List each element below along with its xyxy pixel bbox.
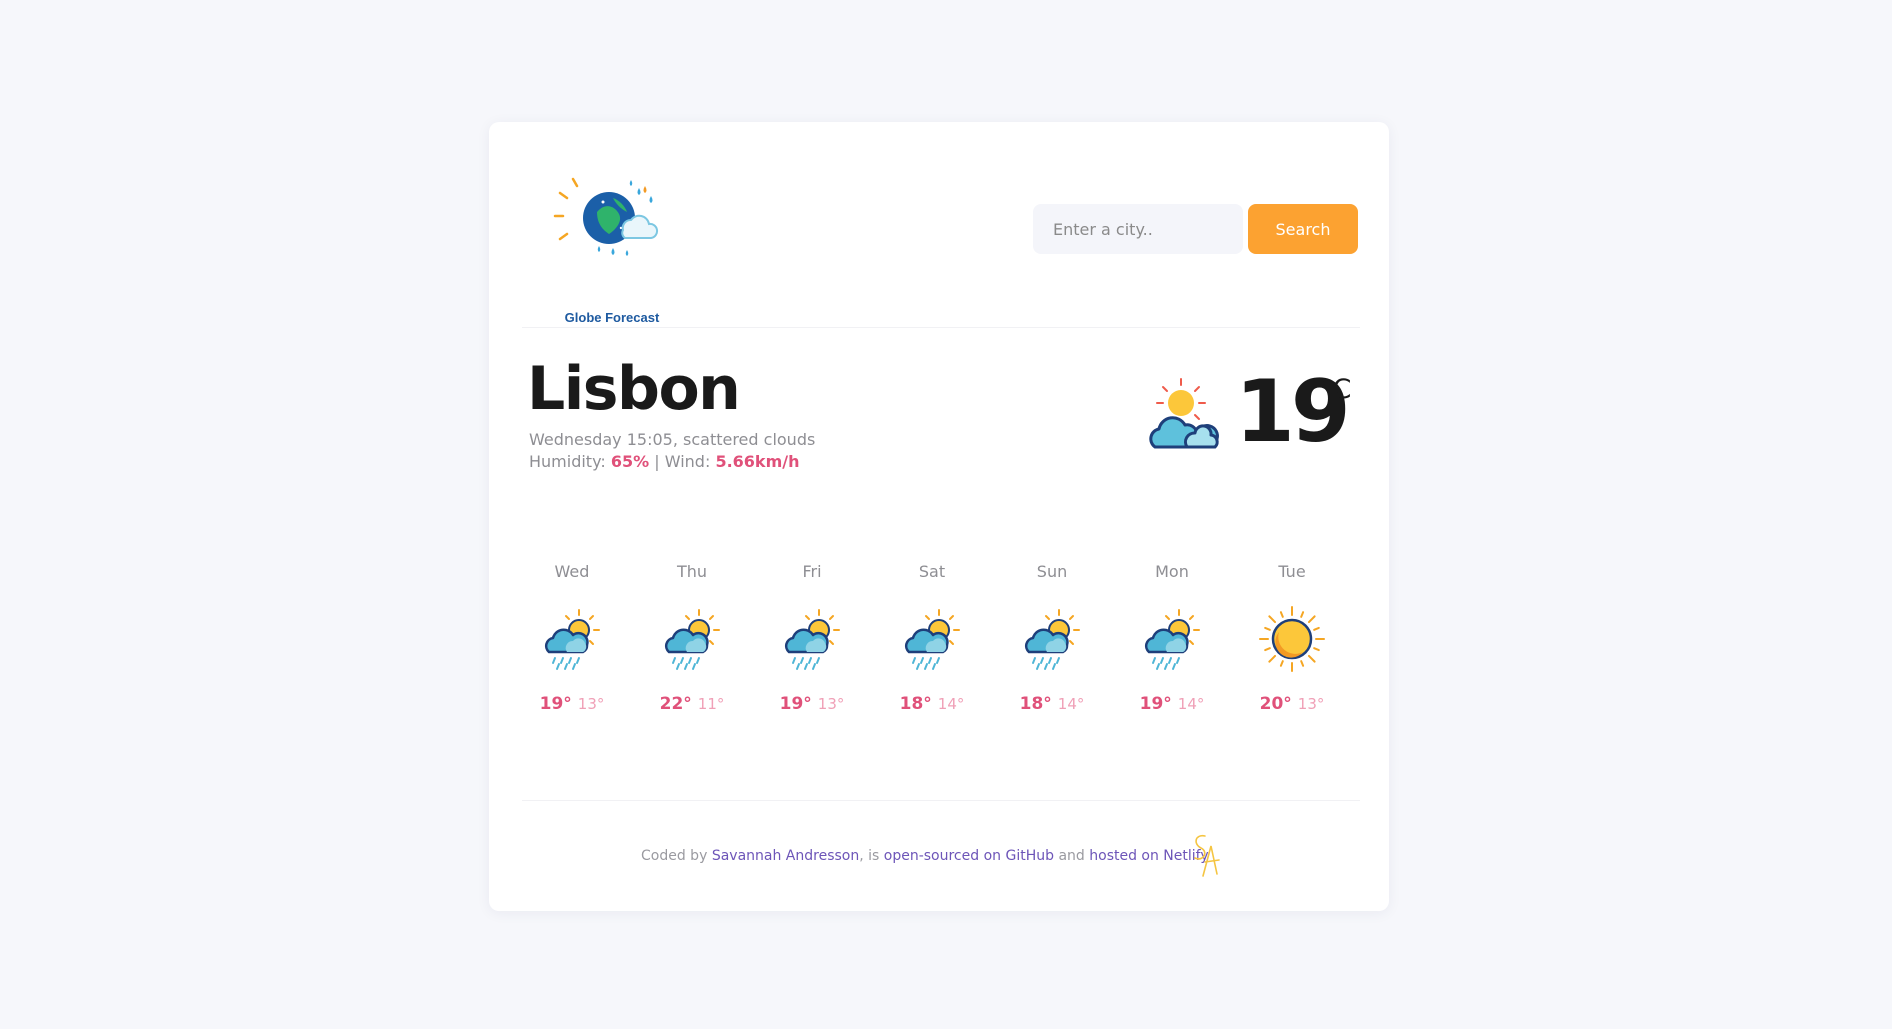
weather-card: Globe Forecast Search Lisbon Wednesday 1… xyxy=(489,122,1389,911)
forecast-max: 22° xyxy=(659,694,692,714)
meta-separator: | xyxy=(654,452,660,471)
signature-logo xyxy=(1189,832,1225,884)
forecast-temps: 20° 13° xyxy=(1242,694,1342,714)
city-search-input[interactable] xyxy=(1033,204,1243,254)
forecast-temps: 22° 11° xyxy=(642,694,742,714)
forecast-max: 19° xyxy=(779,694,812,714)
forecast-day: Thu 22° 11° xyxy=(642,562,742,714)
forecast-min: 14° xyxy=(1177,695,1205,713)
footer-divider xyxy=(522,800,1360,801)
forecast-temps: 18° 14° xyxy=(882,694,982,714)
forecast-list: Wed 19° 13° Thu 22° 11° Fri 19° 13° Sat … xyxy=(522,562,1362,762)
forecast-day: Sat 18° 14° xyxy=(882,562,982,714)
weather-meta: Humidity: 65% | Wind: 5.66km/h xyxy=(529,452,799,471)
forecast-max: 18° xyxy=(899,694,932,714)
forecast-day-name: Tue xyxy=(1278,562,1306,581)
forecast-min: 13° xyxy=(1297,695,1325,713)
forecast-min: 14° xyxy=(937,695,965,713)
forecast-min: 14° xyxy=(1057,695,1085,713)
sun-icon xyxy=(1259,606,1325,672)
temperature-unit: °C xyxy=(1319,374,1352,405)
forecast-day-name: Fri xyxy=(802,562,822,581)
city-name: Lisbon xyxy=(527,354,741,424)
forecast-temps: 18° 14° xyxy=(1002,694,1102,714)
forecast-day: Sun 18° 14° xyxy=(1002,562,1102,714)
forecast-min: 11° xyxy=(697,695,725,713)
forecast-day-name: Mon xyxy=(1155,562,1189,581)
wind-value: 5.66km/h xyxy=(715,452,800,471)
forecast-day: Mon 19° 14° xyxy=(1122,562,1222,714)
forecast-max: 18° xyxy=(1019,694,1052,714)
forecast-min: 13° xyxy=(817,695,845,713)
forecast-temps: 19° 14° xyxy=(1122,694,1222,714)
humidity-value: 65% xyxy=(610,452,650,471)
footer-coded-by: Coded by xyxy=(641,848,708,864)
rain-sun-icon xyxy=(659,606,725,672)
wind-label: Wind: xyxy=(664,452,711,471)
signature-icon xyxy=(1194,834,1220,877)
forecast-day: Fri 19° 13° xyxy=(762,562,862,714)
partly-cloudy-icon xyxy=(1147,377,1223,457)
forecast-min: 13° xyxy=(577,695,605,713)
rain-sun-icon xyxy=(539,606,605,672)
logo: Globe Forecast xyxy=(553,172,671,325)
author-link[interactable]: Savannah Andresson xyxy=(712,848,859,864)
globe-logo-icon xyxy=(553,177,659,256)
github-link[interactable]: open-sourced on GitHub xyxy=(884,848,1054,864)
header-divider xyxy=(522,327,1360,328)
forecast-max: 20° xyxy=(1259,694,1292,714)
rain-sun-icon xyxy=(779,606,845,672)
forecast-temps: 19° 13° xyxy=(522,694,622,714)
forecast-day: Tue 20° 13° xyxy=(1242,562,1342,714)
weather-description: Wednesday 15:05, scattered clouds xyxy=(529,430,816,449)
forecast-day: Wed 19° 13° xyxy=(522,562,622,714)
forecast-day-name: Thu xyxy=(676,562,708,581)
footer-is: , is xyxy=(859,848,880,864)
forecast-max: 19° xyxy=(1139,694,1172,714)
forecast-day-name: Wed xyxy=(554,562,590,581)
rain-sun-icon xyxy=(1019,606,1085,672)
forecast-day-name: Sun xyxy=(1036,562,1068,581)
humidity-label: Humidity: xyxy=(529,452,606,471)
logo-text: Globe Forecast xyxy=(564,310,660,325)
rain-sun-icon xyxy=(899,606,965,672)
footer-and: and xyxy=(1058,848,1085,864)
rain-sun-icon xyxy=(1139,606,1205,672)
forecast-day-name: Sat xyxy=(918,562,946,581)
forecast-temps: 19° 13° xyxy=(762,694,862,714)
search-button[interactable]: Search xyxy=(1248,204,1358,254)
forecast-max: 19° xyxy=(539,694,572,714)
footer: Coded by Savannah Andresson, is open-sou… xyxy=(641,848,1209,864)
